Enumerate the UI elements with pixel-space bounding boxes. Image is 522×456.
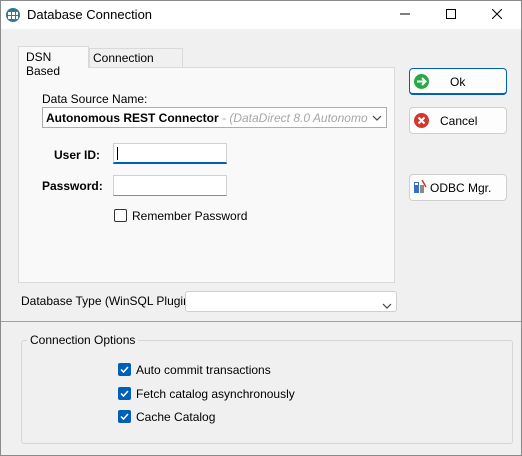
- connection-options-title: Connection Options: [27, 333, 139, 347]
- cancel-x-icon: [413, 112, 430, 129]
- ok-button[interactable]: Ok: [409, 68, 507, 95]
- user-id-label: User ID:: [54, 148, 101, 162]
- password-field[interactable]: [113, 175, 227, 196]
- database-type-select[interactable]: [185, 291, 397, 312]
- checkmark-icon: [120, 366, 129, 374]
- auto-commit-checkbox[interactable]: [118, 363, 131, 376]
- tab-connection-string[interactable]: Connection String: [89, 48, 183, 79]
- text-caret: [117, 147, 118, 160]
- dsn-selected-description: - (DataDirect 8.0 Autonomous REST Connec…: [222, 111, 386, 125]
- tab-dsn-based[interactable]: DSN Based: [18, 46, 89, 78]
- title-bar[interactable]: Database Connection: [1, 1, 521, 29]
- odbc-manager-icon: [412, 179, 429, 196]
- remember-password-checkbox[interactable]: [114, 209, 127, 222]
- close-icon: [491, 8, 503, 22]
- chevron-down-icon[interactable]: [368, 108, 386, 127]
- database-type-label: Database Type (WinSQL Plugin): [21, 294, 194, 308]
- cache-catalog-checkbox[interactable]: [118, 410, 131, 423]
- ok-label: Ok: [450, 75, 466, 89]
- cancel-button[interactable]: Cancel: [409, 107, 507, 134]
- maximize-button[interactable]: [428, 1, 474, 29]
- close-button[interactable]: [474, 1, 520, 29]
- database-connection-window: Database Connection DSN Based Connection…: [0, 0, 522, 456]
- odbc-manager-label: ODBC Mgr.: [430, 181, 492, 195]
- fetch-catalog-async-label[interactable]: Fetch catalog asynchronously: [136, 387, 295, 401]
- password-label: Password:: [42, 179, 103, 193]
- cancel-label: Cancel: [440, 114, 478, 128]
- dsn-selected-name: Autonomous REST Connector: [46, 111, 219, 125]
- dsn-label: Data Source Name:: [42, 92, 148, 106]
- minimize-button[interactable]: [382, 1, 428, 29]
- checkmark-icon: [120, 413, 129, 421]
- fetch-catalog-async-checkbox[interactable]: [118, 387, 131, 400]
- user-id-field[interactable]: [113, 143, 227, 164]
- dsn-select[interactable]: Autonomous REST Connector - (DataDirect …: [42, 107, 387, 128]
- remember-password-label[interactable]: Remember Password: [132, 209, 247, 223]
- user-id-input[interactable]: [114, 144, 226, 162]
- section-divider: [1, 321, 521, 322]
- password-input[interactable]: [114, 176, 226, 195]
- cache-catalog-label[interactable]: Cache Catalog: [136, 410, 215, 424]
- minimize-icon: [400, 8, 410, 22]
- database-app-icon: [5, 7, 21, 23]
- arrow-right-icon: [413, 73, 430, 90]
- auto-commit-label[interactable]: Auto commit transactions: [136, 363, 271, 377]
- odbc-manager-button[interactable]: ODBC Mgr.: [409, 174, 507, 201]
- chevron-down-icon[interactable]: [382, 298, 392, 312]
- window-title: Database Connection: [27, 7, 153, 22]
- maximize-icon: [446, 8, 456, 22]
- checkmark-icon: [120, 390, 129, 398]
